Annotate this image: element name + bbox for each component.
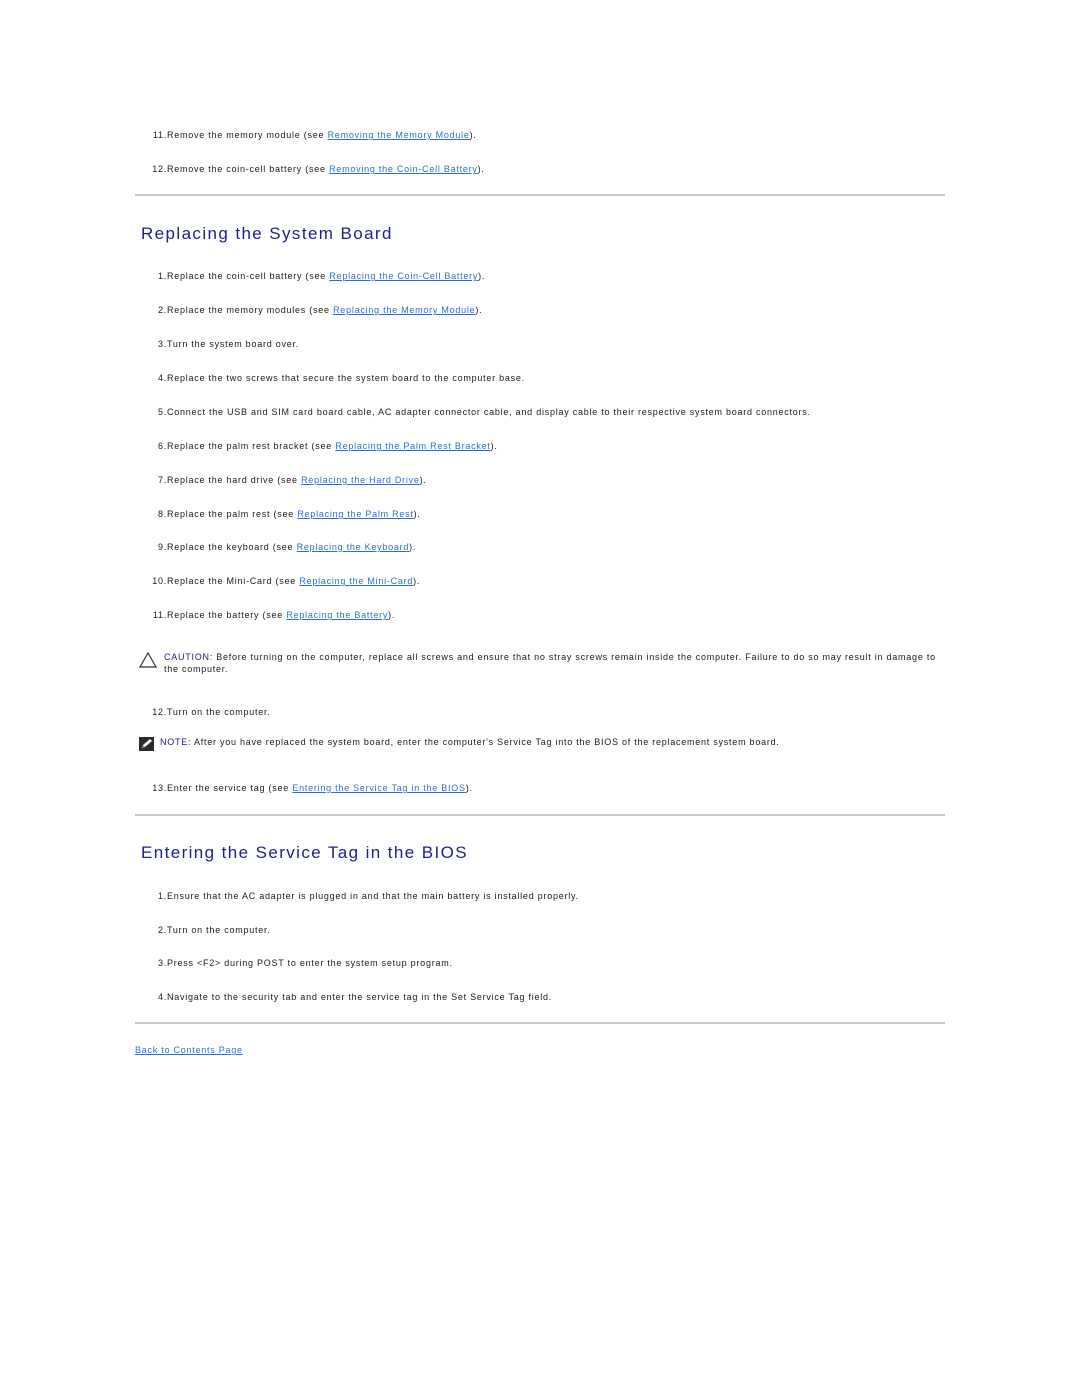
step-text: Replace the palm rest (see — [167, 509, 298, 519]
list-item: 7. Replace the hard drive (see Replacing … — [135, 474, 426, 486]
section-title-replacing-system-board: Replacing the System Board — [141, 224, 393, 243]
list-item: 11. Replace the battery (see Replacing th… — [135, 609, 394, 621]
list-item: 5. Connect the USB and SIM card board cab… — [135, 406, 810, 418]
section-title-entering-service-tag: Entering the Service Tag in the BIOS — [141, 843, 468, 862]
step-number: 11. — [152, 610, 167, 620]
step-text: Turn on the computer. — [167, 707, 271, 717]
step-text-end: ). — [469, 130, 477, 140]
step-number: 8. — [157, 509, 167, 519]
step-text-end: ). — [490, 441, 498, 451]
replacing-the-palm-rest-link[interactable]: Replacing the Palm Rest — [297, 509, 413, 519]
step-number: 1. — [157, 271, 167, 281]
step-text-end: ). — [477, 164, 485, 174]
step-text: Replace the keyboard (see — [167, 542, 297, 552]
removing-memory-module-link[interactable]: Removing the Memory Module — [328, 130, 470, 140]
removing-coin-cell-battery-link[interactable]: Removing the Coin-Cell Battery — [329, 164, 478, 174]
step-number: 2. — [157, 925, 167, 935]
step-number: 7. — [157, 475, 167, 485]
list-item: 11. Remove the memory module (see Removi… — [135, 129, 476, 141]
step-text: Replace the coin-cell battery (see — [167, 271, 330, 281]
step-text: Turn on the computer. — [167, 925, 271, 935]
step-text: Connect the USB and SIM card board cable… — [167, 407, 811, 417]
caution-text: Before turning on the computer, replace … — [164, 652, 936, 674]
step-text-end: ). — [413, 509, 421, 519]
replacing-the-hard-drive-link[interactable]: Replacing the Hard Drive — [301, 475, 420, 485]
list-item: 4. Navigate to the security tab and enter… — [135, 991, 551, 1003]
step-text: Remove the memory module (see — [167, 130, 328, 140]
step-text: Replace the palm rest bracket (see — [167, 441, 336, 451]
step-text: Replace the hard drive (see — [167, 475, 302, 485]
step-number: 3. — [157, 339, 167, 349]
step-text: Navigate to the security tab and enter t… — [167, 992, 553, 1002]
step-number: 4. — [157, 992, 167, 1002]
list-item: 3. Press <F2> during POST to enter the sy… — [135, 957, 452, 969]
replacing-the-palm-rest-bracket-link[interactable]: Replacing the Palm Rest Bracket — [335, 441, 490, 451]
replacing-the-keyboard-link[interactable]: Replacing the Keyboard — [297, 542, 410, 552]
caution-label: CAUTION: — [164, 652, 214, 662]
step-text-end: ). — [419, 475, 427, 485]
step-number: 12. — [152, 707, 167, 717]
step-text: Replace the battery (see — [167, 610, 287, 620]
back-to-contents-link[interactable]: Back to Contents Page — [135, 1045, 243, 1055]
step-text: Replace the Mini-Card (see — [167, 576, 300, 586]
section-divider — [135, 194, 945, 196]
step-text: Replace the two screws that secure the s… — [167, 373, 525, 383]
step-number: 9. — [157, 542, 167, 552]
list-item: 2. Turn on the computer. — [135, 924, 270, 936]
caution-triangle-icon — [138, 651, 158, 672]
section-divider — [135, 1022, 945, 1024]
step-text-end: ). — [478, 271, 486, 281]
replacing-the-mini-card-link[interactable]: Replacing the Mini-Card — [299, 576, 413, 586]
list-item: 8. Replace the palm rest (see Replacing t… — [135, 508, 420, 520]
step-number: 4. — [157, 373, 167, 383]
step-number: 6. — [157, 441, 167, 451]
entering-service-tag-link[interactable]: Entering the Service Tag in the BIOS — [292, 783, 465, 793]
step-text-end: ). — [465, 783, 473, 793]
step-number: 10. — [152, 576, 167, 586]
list-item: 6. Replace the palm rest bracket (see Rep… — [135, 440, 497, 452]
step-text-end: ). — [409, 542, 417, 552]
replacing-the-memory-module-link[interactable]: Replacing the Memory Module — [333, 305, 475, 315]
note-pencil-icon — [139, 737, 154, 755]
list-item: 9. Replace the keyboard (see Replacing th… — [135, 541, 415, 553]
section-divider — [135, 814, 945, 816]
list-item: 12. Remove the coin-cell battery (see Re… — [135, 163, 484, 175]
list-item: 1. Replace the coin-cell battery (see Rep… — [135, 270, 484, 282]
step-text-end: ). — [475, 305, 483, 315]
replacing-the-battery-link[interactable]: Replacing the Battery — [286, 610, 388, 620]
step-text: Turn the system board over. — [167, 339, 299, 349]
note-label: NOTE: — [160, 737, 192, 747]
step-number: 1. — [157, 891, 167, 901]
list-item: 3. Turn the system board over. — [135, 338, 298, 350]
step-text-end: ). — [388, 610, 396, 620]
step-text-end: ). — [413, 576, 421, 586]
step-text: Remove the coin-cell battery (see — [167, 164, 330, 174]
list-item: 12. Turn on the computer. — [135, 706, 269, 718]
step-number: 11. — [152, 130, 167, 140]
list-item: 4. Replace the two screws that secure the… — [135, 372, 524, 384]
step-number: 12. — [152, 164, 167, 174]
step-text: Ensure that the AC adapter is plugged in… — [167, 891, 579, 901]
replacing-the-coin-cell-battery-link[interactable]: Replacing the Coin-Cell Battery — [329, 271, 478, 281]
step-number: 3. — [157, 958, 167, 968]
step-number: 5. — [157, 407, 167, 417]
step-number: 2. — [157, 305, 167, 315]
list-item: 10. Replace the Mini-Card (see Replacing … — [135, 575, 419, 587]
step-text: Replace the memory modules (see — [167, 305, 334, 315]
list-item: 13. Enter the service tag (see Entering … — [135, 782, 472, 794]
list-item: 1. Ensure that the AC adapter is plugged … — [135, 890, 578, 902]
note-text: After you have replaced the system board… — [191, 737, 780, 747]
step-number: 13. — [152, 783, 167, 793]
step-text: Enter the service tag (see — [167, 783, 293, 793]
step-text: Press <F2> during POST to enter the syst… — [167, 958, 453, 968]
list-item: 2. Replace the memory modules (see Replac… — [135, 304, 482, 316]
